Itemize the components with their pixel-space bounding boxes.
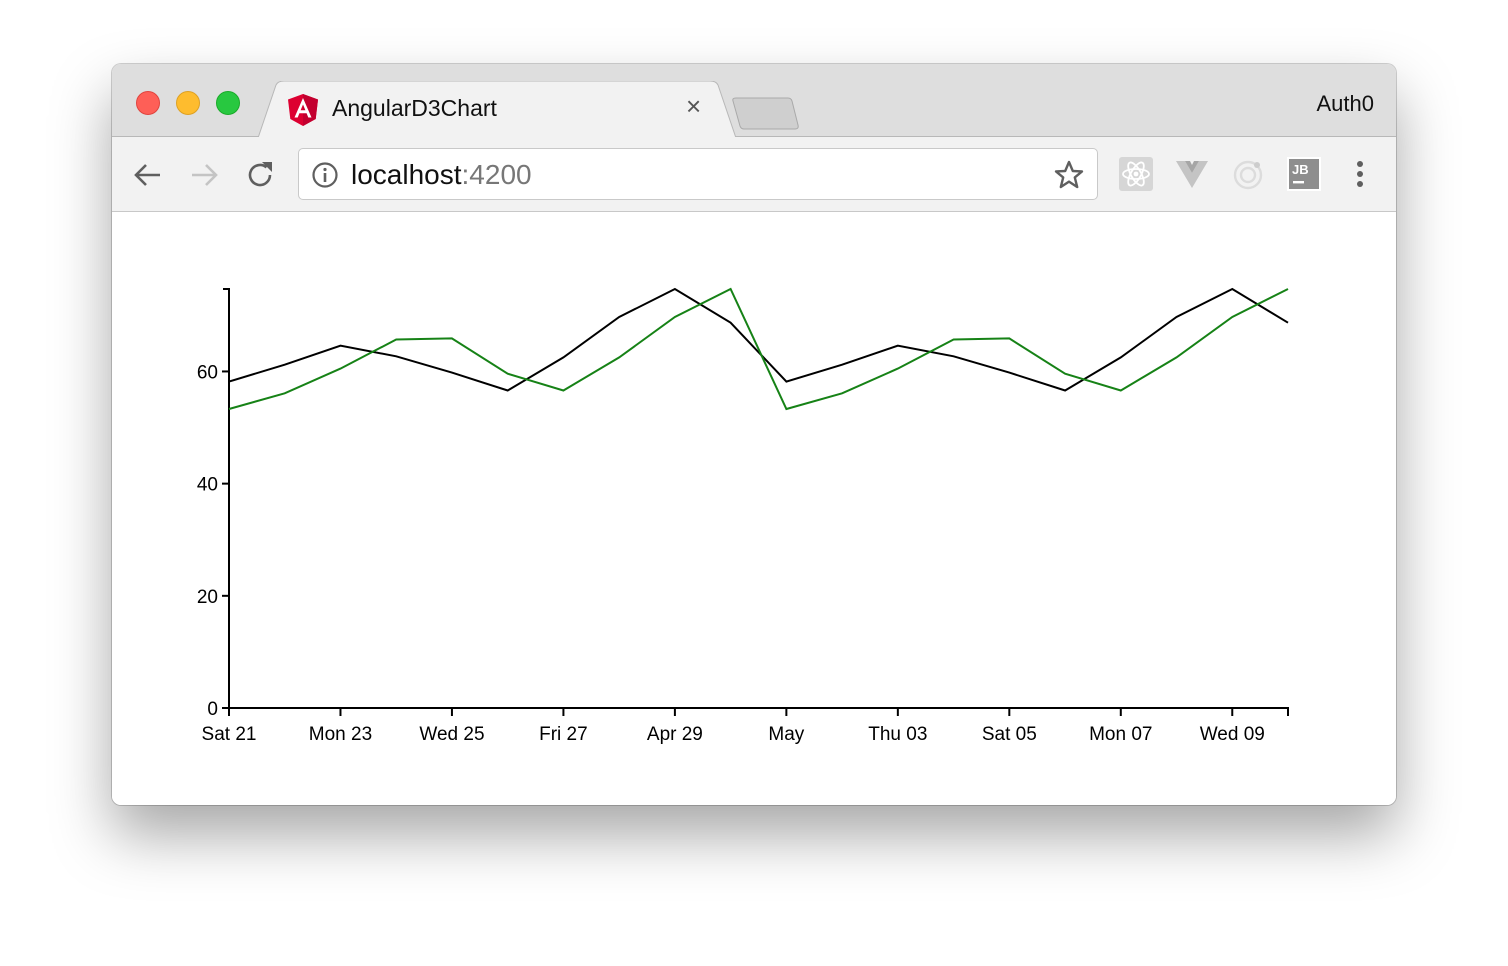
page-content: 0 20 40 60 Sat 21 Mon 23 Wed 25 Fri 27 Apr 29 Ma… [112,212,1396,805]
y-tick-label: 60 [197,362,218,383]
x-tick-label: Sat 21 [202,724,257,745]
series-group [228,287,1289,411]
x-tick-label: Thu 03 [868,724,927,745]
x-tick-label: Wed 09 [1200,724,1265,745]
x-tick-label: Sat 05 [982,724,1037,745]
x-tick-label: Mon 23 [309,724,372,745]
y-axis: 0 20 40 60 [197,288,230,720]
x-axis: Sat 21 Mon 23 Wed 25 Fri 27 Apr 29 May Thu 03 S… [202,707,1289,745]
series-green-line [228,287,1289,411]
browser-window: AngularD3Chart × Auth0 localhost:4200 JB… [112,64,1396,805]
series-black-line [228,287,1289,392]
y-axis-line [223,288,230,709]
x-tick-label: Wed 25 [419,724,484,745]
y-tick-label: 0 [207,699,218,720]
x-axis-line [228,707,1289,716]
x-tick-label: Mon 07 [1089,724,1152,745]
x-tick-label: Apr 29 [647,724,703,745]
line-chart: 0 20 40 60 Sat 21 Mon 23 Wed 25 Fri 27 Apr 29 Ma… [197,287,1289,745]
x-tick-label: Fri 27 [539,724,588,745]
y-tick-label: 20 [197,587,218,608]
x-tick-label: May [768,724,804,745]
y-tick-label: 40 [197,475,218,496]
